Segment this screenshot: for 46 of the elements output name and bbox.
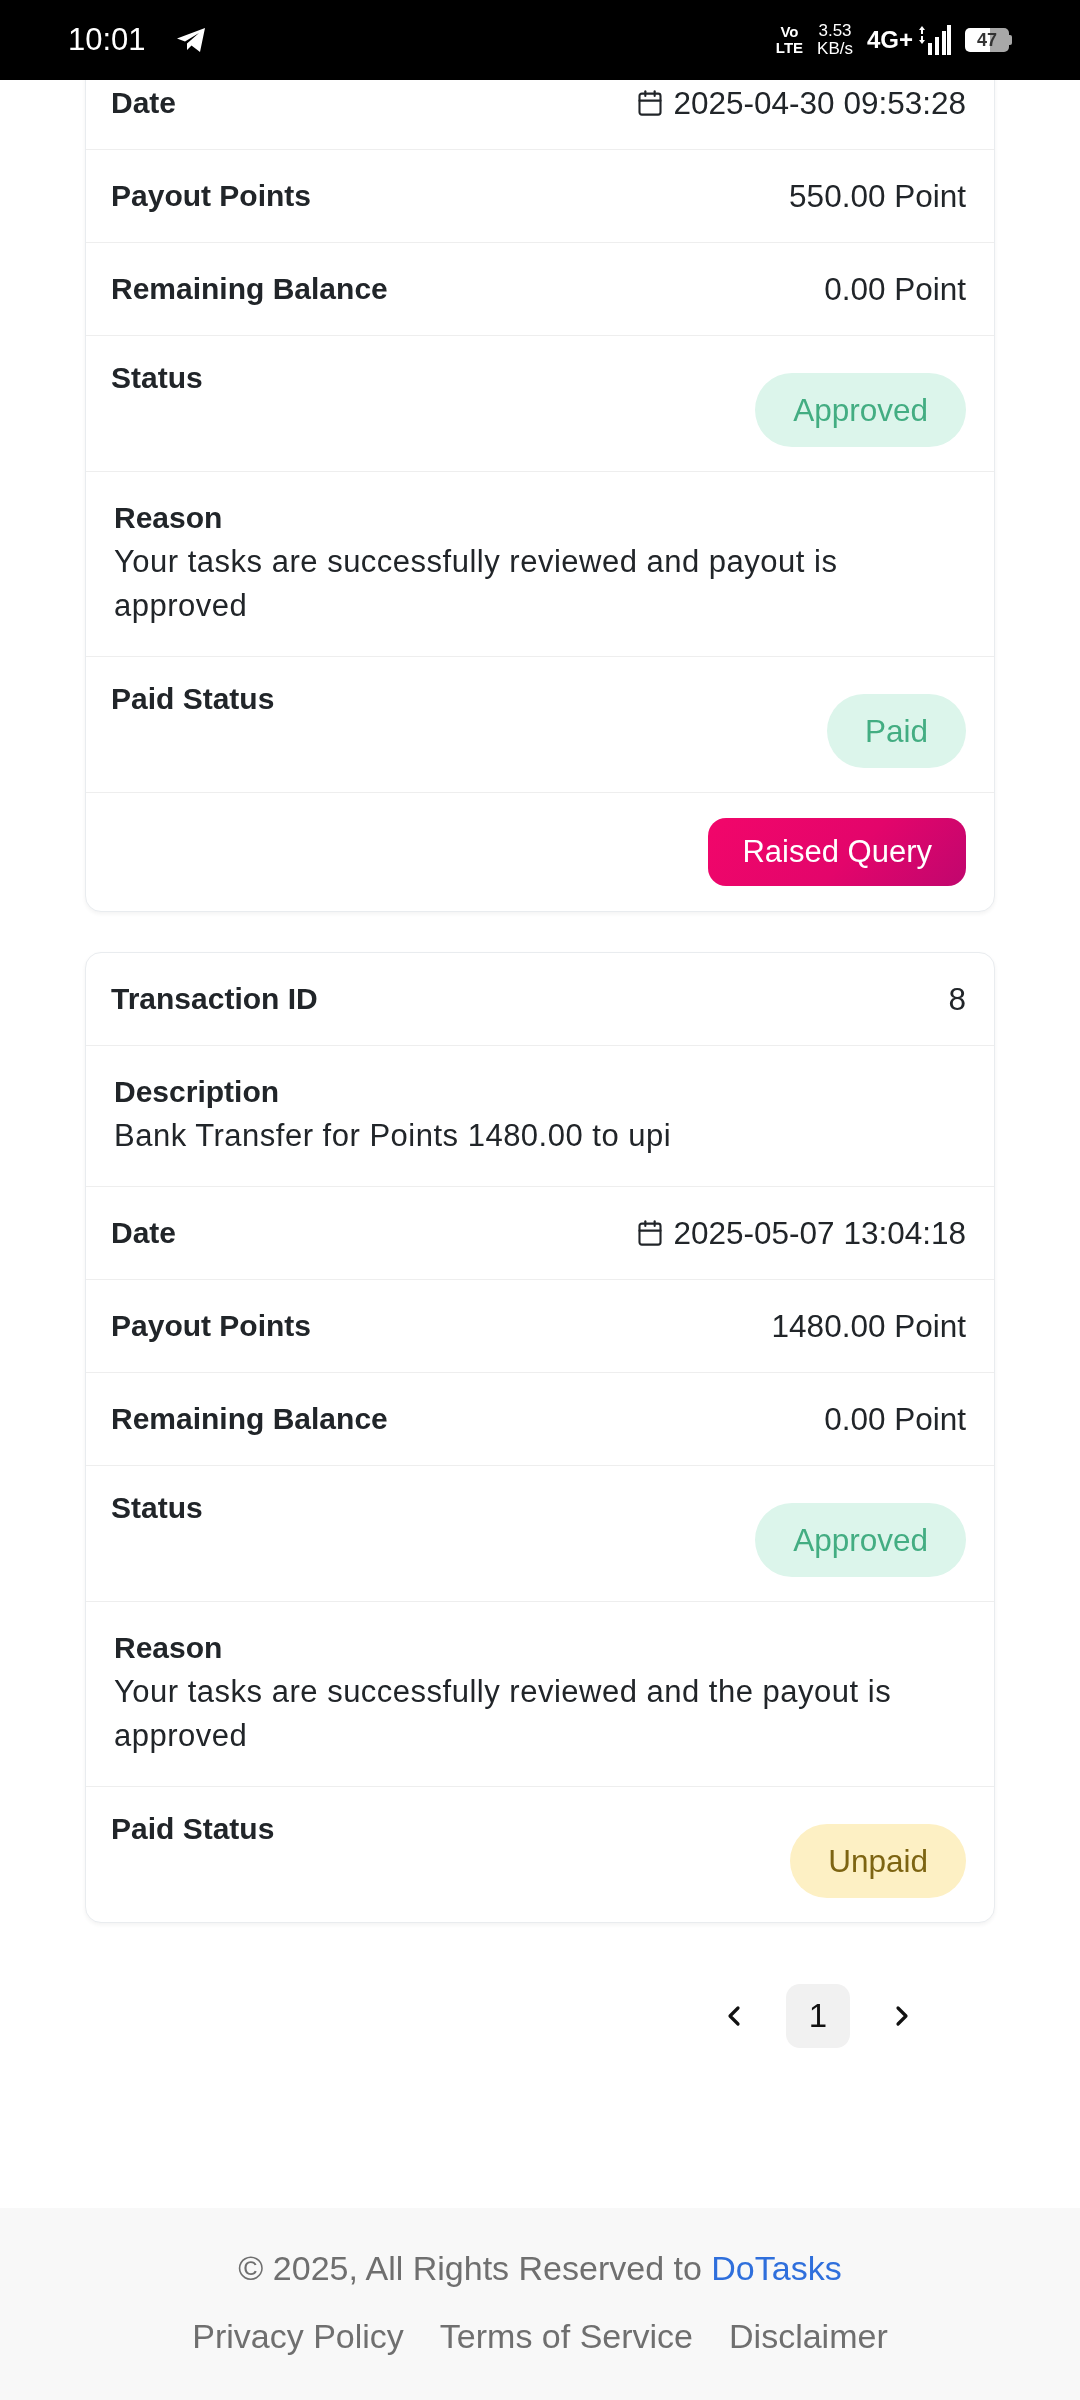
paper-plane-icon <box>175 27 206 53</box>
field-value: 0.00 Point <box>824 1401 966 1437</box>
field-label: Status <box>111 360 203 396</box>
field-label: Status <box>111 1490 203 1526</box>
field-label: Payout Points <box>111 178 312 214</box>
field-label: Transaction ID <box>111 981 318 1017</box>
copyright-text: © 2025, All Rights Reserved to DoTasks <box>238 2248 842 2289</box>
battery-indicator: 47 <box>965 28 1012 52</box>
status-badge: Unpaid <box>790 1824 966 1898</box>
footer-link[interactable]: Privacy Policy <box>192 2314 404 2358</box>
field-value: 0.00 Point <box>824 271 966 307</box>
signal-icon <box>919 25 951 55</box>
calendar-icon <box>635 1219 664 1247</box>
footer-link[interactable]: Disclaimer <box>729 2314 888 2358</box>
field-label: Remaining Balance <box>111 271 388 307</box>
field-label: Remaining Balance <box>111 1401 388 1437</box>
field-value: 1480.00 Point <box>771 1308 966 1344</box>
field-label: Paid Status <box>111 1811 275 1847</box>
field-value: 550.00 Point <box>789 178 966 214</box>
field-label: Reason <box>114 500 224 536</box>
field-label: Date <box>111 85 177 121</box>
status-badge: Approved <box>755 1503 966 1577</box>
data-speed-value: 3.53 <box>818 22 852 40</box>
network-type-label: LTE <box>775 40 804 56</box>
status-time: 10:01 <box>68 22 146 58</box>
status-badge: Approved <box>755 373 966 447</box>
brand-link[interactable]: DoTasks <box>711 2249 842 2287</box>
page-button[interactable]: 1 <box>786 1984 850 2048</box>
network-type-label: Vo <box>780 24 799 40</box>
field-text: Bank Transfer for Points 1480.00 to upi <box>114 1117 673 1155</box>
field-value: 8 <box>948 981 966 1017</box>
field-text: Your tasks are successfully reviewed and the payout is approved <box>114 1673 893 1755</box>
footer-link[interactable]: Terms of Service <box>439 2314 694 2358</box>
field-label: Description <box>114 1074 281 1110</box>
field-label: Reason <box>114 1630 224 1666</box>
date-value: 2025-04-30 09:53:28 <box>673 85 966 121</box>
field-label: Date <box>111 1215 177 1251</box>
field-label: Payout Points <box>111 1308 312 1344</box>
date-value: 2025-05-07 13:04:18 <box>673 1215 966 1251</box>
network-label: 4G+ <box>866 26 913 54</box>
field-label: Paid Status <box>111 681 275 717</box>
query-button[interactable]: Raised Query <box>708 818 966 886</box>
data-speed-unit: KB/s <box>817 40 853 58</box>
calendar-icon <box>635 89 664 117</box>
field-text: Your tasks are successfully reviewed and payout is approved <box>114 543 839 625</box>
status-badge: Paid <box>826 694 966 768</box>
